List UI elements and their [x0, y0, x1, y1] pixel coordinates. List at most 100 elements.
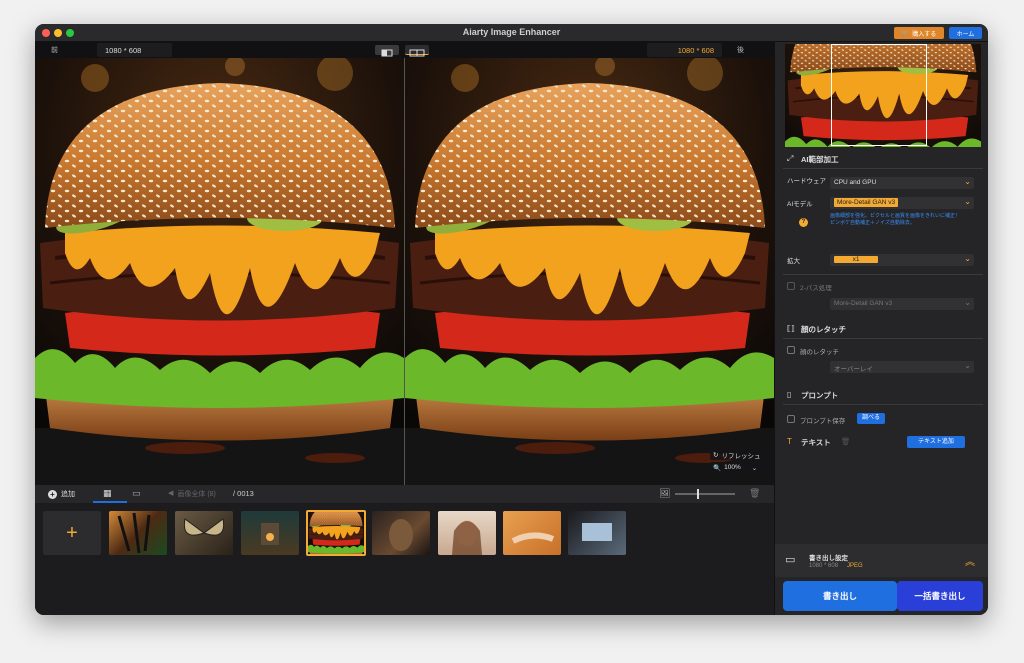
all-images-label: 画像全体 (8): [177, 491, 216, 498]
face-retouch-label: 顔のレタッチ: [800, 349, 839, 356]
chevron-up-icon[interactable]: ︽: [965, 553, 975, 568]
grid-icon: ▦: [103, 488, 112, 498]
zoom-control[interactable]: 🔍 100% ⌄: [710, 462, 770, 473]
filmstrip-view-tab[interactable]: ▭: [129, 485, 151, 503]
scale-label: 拡大: [787, 258, 800, 265]
hardware-value: CPU and GPU: [834, 179, 877, 186]
plus-circle-icon: +: [48, 489, 57, 499]
export-settings-icon: ▭: [785, 554, 796, 566]
twopass-checkbox[interactable]: [787, 282, 795, 290]
prompt-check-button[interactable]: 調べる: [857, 413, 885, 424]
zoom-icon: 🔍: [713, 464, 722, 472]
model-desc-line2: ピンボケ自動補正＋ノイズ自動除去。: [830, 220, 915, 226]
text-icon: T: [787, 437, 792, 446]
thumbnail-portrait[interactable]: [438, 511, 496, 555]
thumbnail-dog[interactable]: [372, 511, 430, 555]
thumbnail-tiger[interactable]: [109, 511, 167, 555]
scale-value: x1: [834, 256, 878, 263]
refresh-label: リフレッシュ: [721, 452, 761, 460]
image-viewer: 前 1080 * 608 1080 * 608 後 ↻ リフレッシュ 🔍 100…: [35, 42, 774, 485]
twopass-label: 2-パス処理: [800, 285, 832, 292]
add-label: 追加: [61, 491, 75, 498]
chevron-down-icon: ⌄: [964, 177, 971, 186]
text-section-title: テキスト: [801, 438, 831, 447]
hardware-dropdown[interactable]: CPU and GPU ⌄: [830, 177, 974, 189]
buy-button[interactable]: 🛒 購入する: [894, 27, 944, 39]
before-image: [35, 58, 404, 485]
arrow-left-icon: ◀: [168, 490, 174, 497]
checkmark-icon: ✓: [355, 544, 362, 553]
app-window: Aiarty Image Enhancer 🛒 購入する ホーム 前 1080 …: [35, 24, 988, 615]
twopass-model-value: More-Detail GAN v3: [834, 300, 893, 307]
refresh-icon: ↻: [713, 451, 719, 459]
section-divider: [783, 168, 983, 169]
twopass-model-dropdown[interactable]: More-Detail GAN v3 ⌄: [830, 298, 974, 310]
after-image: [405, 58, 774, 485]
face-mode-dropdown[interactable]: オーバーレイ ⌄: [830, 361, 974, 373]
chevron-down-icon: ⌄: [964, 298, 971, 307]
model-desc-line1: 画像細部を強化。ピクセルと画質を画像をきれいに補正！: [830, 213, 961, 219]
all-images-selector[interactable]: ◀ 画像全体 (8): [168, 489, 216, 499]
thumbnail-burger-selected[interactable]: ✓: [306, 510, 366, 556]
add-thumbnail-button[interactable]: +: [43, 511, 101, 555]
viewport-frame[interactable]: [831, 44, 927, 146]
home-button[interactable]: ホーム: [949, 27, 982, 39]
app-title: Aiarty Image Enhancer: [462, 27, 561, 37]
grid-view-tab[interactable]: ▦: [93, 485, 127, 503]
ai-section-title: AI範部加工: [801, 155, 839, 164]
enhance-icon: ⤢: [787, 154, 794, 163]
after-resolution: 1080 * 608: [647, 43, 722, 57]
title-bar: Aiarty Image Enhancer 🛒 購入する ホーム: [35, 24, 988, 42]
hardware-label: ハードウェア: [787, 178, 826, 185]
document-icon: ▯: [787, 390, 792, 399]
before-resolution: 1080 * 608: [97, 43, 172, 57]
split-view-icon[interactable]: [375, 45, 399, 57]
thumbnail-laptop[interactable]: [568, 511, 626, 555]
model-label: AIモデル: [787, 201, 813, 208]
model-dropdown[interactable]: More-Detail GAN v3 ⌄: [830, 197, 974, 209]
side-by-side-view-icon[interactable]: [405, 45, 429, 57]
section-divider: [783, 404, 983, 405]
prompt-save-checkbox[interactable]: [787, 415, 795, 423]
slider-handle[interactable]: [697, 489, 699, 499]
trash-icon[interactable]: 🗑: [749, 488, 760, 499]
batch-export-button[interactable]: 一括書き出し: [897, 581, 983, 611]
refresh-button[interactable]: ↻ リフレッシュ: [710, 449, 770, 460]
help-icon[interactable]: ?: [799, 218, 808, 227]
trash-icon[interactable]: 🗑: [841, 437, 851, 446]
navigator-preview[interactable]: [785, 44, 981, 147]
viewer-bar: 前 1080 * 608 1080 * 608 後: [35, 42, 774, 58]
face-retouch-checkbox[interactable]: [787, 346, 795, 354]
model-value: More-Detail GAN v3: [834, 198, 899, 207]
thumbnail-butterfly[interactable]: [175, 511, 233, 555]
export-settings-title: 書き出し設定: [809, 555, 848, 562]
image-icon: 🖼: [659, 488, 671, 498]
zoom-value: 100%: [724, 464, 741, 471]
settings-panel: ⤢ AI範部加工 ハードウェア CPU and GPU ⌄ AIモデル More-…: [774, 42, 988, 615]
thumbnail-size-slider[interactable]: [675, 489, 735, 499]
filmstrip: + ✓: [35, 503, 774, 615]
add-text-button[interactable]: テキスト追加: [907, 436, 965, 448]
chevron-down-icon: ⌄: [964, 254, 971, 263]
buy-label: 購入する: [912, 31, 937, 38]
cart-icon: 🛒: [901, 30, 910, 37]
before-label: 前: [51, 47, 58, 54]
section-divider: [783, 338, 983, 339]
thumbnail-hand[interactable]: [503, 511, 561, 555]
face-mode-value: オーバーレイ: [834, 366, 873, 373]
after-label: 後: [737, 47, 744, 54]
filmstrip-icon: ▭: [132, 488, 141, 498]
prompt-save-label: プロンプト保存: [800, 418, 846, 425]
export-settings-bar[interactable]: ▭ 書き出し設定 1080 * 608 JPEG ︽: [775, 544, 988, 577]
filmstrip-toolbar: + 追加 ▦ ▭ ◀ 画像全体 (8) / 0013 🖼 🗑: [35, 485, 774, 503]
scale-dropdown[interactable]: x1 ⌄: [830, 254, 974, 266]
face-icon: ⟦⟧: [787, 324, 795, 333]
chevron-down-icon: ⌄: [751, 464, 758, 472]
model-description: 画像細部を強化。ピクセルと画質を画像をきれいに補正！ ピンボケ自動補正＋ノイズ自…: [830, 213, 974, 227]
prompt-section-title: プロンプト: [801, 391, 839, 400]
thumbnail-cabin[interactable]: [241, 511, 299, 555]
add-image-button[interactable]: + 追加: [48, 489, 75, 499]
export-button[interactable]: 書き出し: [783, 581, 897, 611]
export-resolution: 1080 * 608: [809, 563, 839, 569]
image-total: / 0013: [233, 489, 254, 498]
